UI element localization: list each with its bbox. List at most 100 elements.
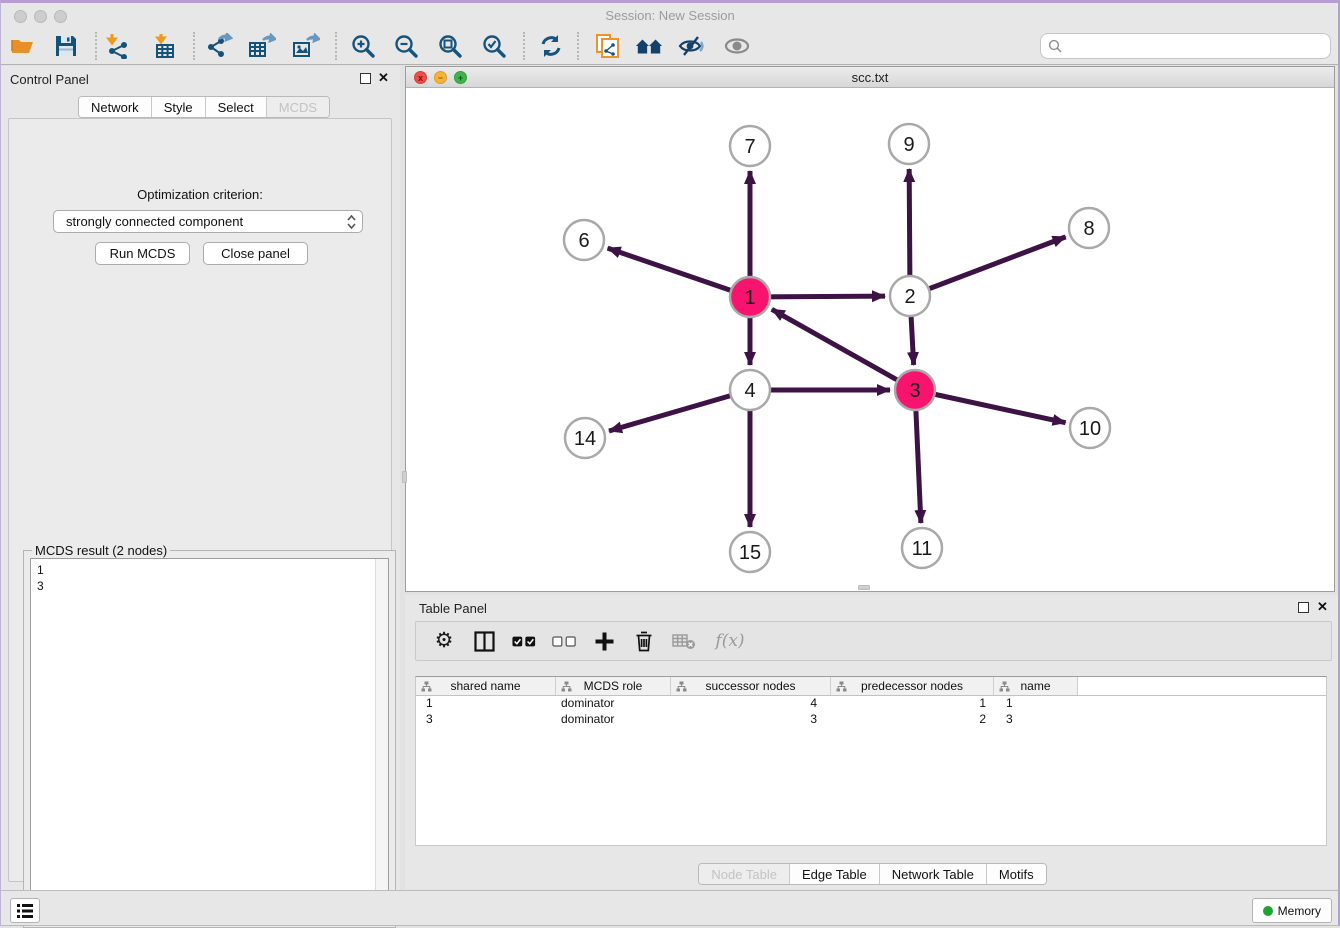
graph-edge-3-1[interactable]	[772, 309, 915, 390]
graph-node-14[interactable]: 14	[565, 418, 605, 458]
table-cell: 1	[994, 696, 1078, 712]
run-mcds-button[interactable]: Run MCDS	[95, 242, 190, 265]
control-panel-close-button[interactable]: ✕	[378, 71, 389, 85]
export-image-icon[interactable]	[292, 31, 320, 61]
toolbar-separator	[577, 32, 579, 60]
column-header-predecessor-nodes[interactable]: predecessor nodes	[831, 677, 994, 695]
graph-node-15[interactable]: 15	[730, 532, 770, 572]
resize-handle[interactable]	[858, 585, 870, 590]
tab-network-table[interactable]: Network Table	[880, 864, 987, 884]
task-history-button[interactable]	[10, 898, 40, 923]
control-panel-tabs: NetworkStyleSelectMCDS	[78, 96, 330, 118]
status-bar: Memory	[0, 890, 1340, 926]
refresh-layout-icon[interactable]	[537, 31, 565, 61]
zoom-in-icon[interactable]	[349, 31, 377, 61]
resize-handle[interactable]	[402, 471, 407, 483]
graph-node-11[interactable]: 11	[902, 528, 942, 568]
column-header-successor-nodes[interactable]: successor nodes	[671, 677, 831, 695]
zoom-selected-icon[interactable]	[480, 31, 508, 61]
graph-node-1[interactable]: 1	[730, 277, 770, 317]
add-column-icon[interactable]	[592, 627, 616, 655]
svg-text:7: 7	[744, 136, 755, 158]
svg-text:4: 4	[744, 380, 755, 402]
table-panel-close-button[interactable]: ✕	[1317, 600, 1328, 614]
graph-node-6[interactable]: 6	[564, 220, 604, 260]
control-panel: Control Panel ✕ NetworkStyleSelectMCDS O…	[0, 66, 400, 890]
export-table-icon[interactable]	[248, 31, 276, 61]
window-title: Session: New Session	[0, 8, 1340, 23]
open-session-icon[interactable]	[9, 31, 37, 61]
tab-mcds[interactable]: MCDS	[267, 97, 329, 117]
node-table: shared nameMCDS rolesuccessor nodesprede…	[415, 676, 1327, 846]
control-panel-float-button[interactable]	[360, 73, 371, 84]
table-header-row: shared nameMCDS rolesuccessor nodesprede…	[416, 677, 1326, 696]
select-all-icon[interactable]	[512, 627, 536, 655]
zoom-fit-icon[interactable]	[436, 31, 464, 61]
mcds-result-item[interactable]: 1	[37, 562, 388, 578]
memory-button[interactable]: Memory	[1252, 898, 1332, 923]
graph-edge-2-8[interactable]	[910, 237, 1066, 296]
column-header-name[interactable]: name	[994, 677, 1078, 695]
table-cell: dominator	[556, 696, 671, 712]
search-field	[1040, 33, 1331, 59]
duplicate-network-icon[interactable]	[592, 31, 620, 61]
toolbar-separator	[95, 32, 97, 60]
close-panel-button[interactable]: Close panel	[203, 242, 308, 265]
table-toolbar: ⚙ f(x)	[415, 621, 1332, 661]
svg-text:9: 9	[903, 134, 914, 156]
table-panel-float-button[interactable]	[1298, 602, 1309, 613]
graph-edge-3-10[interactable]	[915, 390, 1066, 423]
network-canvas[interactable]: 1 2 3 4 6 7 8 9 10 11 14 15	[406, 88, 1334, 590]
column-header-MCDS-role[interactable]: MCDS role	[556, 677, 671, 695]
delete-column-icon[interactable]	[632, 627, 656, 655]
table-panel-header: Table Panel ✕	[405, 595, 1340, 621]
tab-network[interactable]: Network	[79, 97, 152, 117]
tab-motifs[interactable]: Motifs	[987, 864, 1046, 884]
graph-node-3[interactable]: 3	[895, 370, 935, 410]
mcds-result-list[interactable]: 13	[30, 558, 389, 910]
column-header-shared-name[interactable]: shared name	[416, 677, 556, 695]
table-panel-tabs: Node TableEdge TableNetwork TableMotifs	[698, 863, 1046, 885]
graph-node-9[interactable]: 9	[889, 124, 929, 164]
tab-edge-table[interactable]: Edge Table	[790, 864, 880, 884]
table-row[interactable]: 3dominator323	[416, 712, 1326, 728]
table-row[interactable]: 1dominator411	[416, 696, 1326, 712]
svg-text:11: 11	[912, 538, 933, 560]
search-input[interactable]	[1067, 39, 1330, 54]
graph-edge-1-6[interactable]	[608, 248, 750, 297]
deselect-all-icon[interactable]	[552, 627, 576, 655]
graph-node-2[interactable]: 2	[890, 276, 930, 316]
table-panel-title: Table Panel	[419, 601, 487, 616]
tab-select[interactable]: Select	[206, 97, 267, 117]
function-builder-icon[interactable]: f(x)	[712, 627, 748, 655]
graphics-details-icon[interactable]	[678, 31, 706, 61]
homes-icon[interactable]	[635, 31, 663, 61]
export-network-icon[interactable]	[205, 31, 233, 61]
network-window-titlebar[interactable]: x − + scc.txt	[406, 67, 1334, 88]
graph-node-4[interactable]: 4	[730, 370, 770, 410]
graph-edge-4-14[interactable]	[609, 390, 750, 431]
import-network-icon[interactable]	[105, 31, 133, 61]
svg-text:1: 1	[744, 287, 755, 309]
delete-table-icon[interactable]	[672, 627, 696, 655]
optimization-criterion-dropdown[interactable]: strongly connected component	[53, 210, 363, 233]
table-settings-icon[interactable]: ⚙	[432, 627, 456, 655]
save-session-icon[interactable]	[52, 31, 80, 61]
dropdown-stepper-icon	[347, 215, 356, 229]
birds-eye-view-icon[interactable]	[723, 31, 751, 61]
memory-label: Memory	[1278, 904, 1321, 918]
zoom-out-icon[interactable]	[392, 31, 420, 61]
graph-node-7[interactable]: 7	[730, 126, 770, 166]
tab-style[interactable]: Style	[152, 97, 206, 117]
import-table-icon[interactable]	[152, 31, 180, 61]
search-icon	[1048, 39, 1062, 53]
tab-node-table[interactable]: Node Table	[699, 864, 790, 884]
graph-node-10[interactable]: 10	[1070, 408, 1110, 448]
control-panel-header: Control Panel ✕	[0, 66, 400, 92]
mcds-result-item[interactable]: 3	[37, 578, 388, 594]
column-visibility-icon[interactable]	[472, 627, 496, 655]
graph-node-8[interactable]: 8	[1069, 208, 1109, 248]
scrollbar-track[interactable]	[375, 559, 388, 909]
memory-status-icon	[1263, 906, 1273, 916]
network-graph: 1 2 3 4 6 7 8 9 10 11 14 15	[406, 88, 1334, 590]
